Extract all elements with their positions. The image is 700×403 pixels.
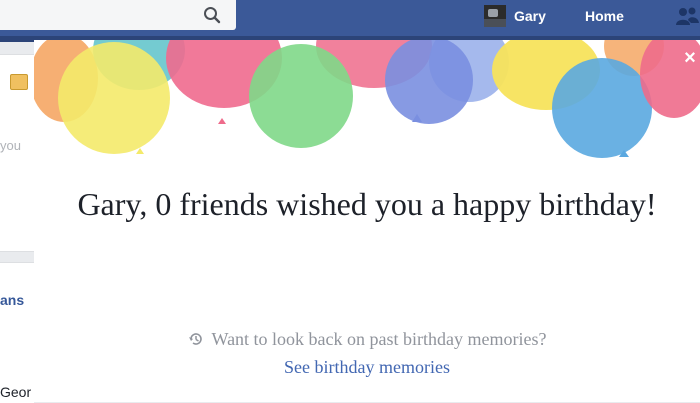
memories-prompt: Want to look back on past birthday memor…: [211, 329, 547, 349]
see-birthday-memories-link[interactable]: See birthday memories: [284, 357, 450, 377]
photo-icon: [10, 74, 28, 90]
background-text-fragment: you: [0, 138, 21, 153]
home-link[interactable]: Home: [585, 4, 624, 28]
background-card: [0, 262, 34, 403]
balloons-illustration: [34, 40, 700, 158]
background-text-fragment: Geor: [0, 384, 32, 400]
clock-history-icon: [188, 333, 202, 345]
search-button[interactable]: [188, 0, 236, 30]
birthday-dialog: × Gary, 0 friends wished you a happy bir…: [34, 40, 700, 402]
memories-prompt-row: Want to look back on past birthday memor…: [164, 326, 570, 352]
see-memories-row: See birthday memories: [34, 356, 700, 378]
birthday-headline: Gary, 0 friends wished you a happy birth…: [77, 186, 657, 222]
profile-link[interactable]: Gary: [484, 4, 546, 28]
profile-name: Gary: [514, 8, 546, 24]
search-icon: [204, 7, 221, 24]
close-icon: ×: [684, 47, 696, 69]
background-link-fragment: ans: [0, 292, 25, 308]
close-button[interactable]: ×: [682, 47, 698, 69]
friends-icon[interactable]: [674, 6, 700, 26]
avatar: [484, 5, 506, 27]
